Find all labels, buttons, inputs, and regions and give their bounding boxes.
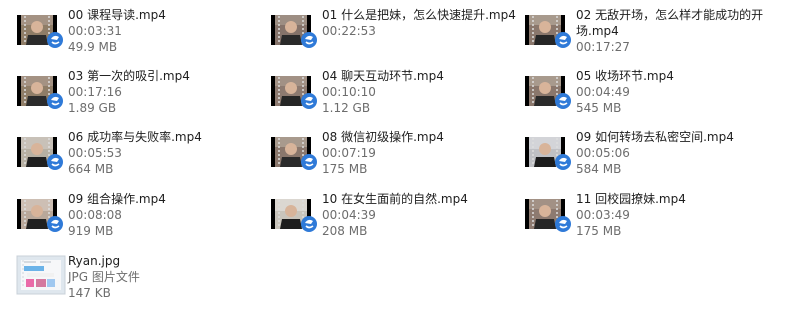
file-item[interactable]: 10 在女生面前的自然.mp4 00:04:39 208 MB bbox=[270, 191, 520, 249]
video-file-thumbnail-icon bbox=[270, 68, 320, 110]
file-duration: 00:10:10 bbox=[322, 85, 376, 99]
file-size: 545 MB bbox=[576, 101, 622, 115]
file-name: 04 聊天互动环节.mp4 bbox=[322, 69, 444, 83]
file-grid: 00 课程导读.mp4 00:03:31 49.9 MB 01 什么是把妹，怎么… bbox=[0, 0, 786, 313]
file-size: 584 MB bbox=[576, 162, 622, 176]
file-name: 01 什么是把妹，怎么快速提升.mp4 bbox=[322, 8, 516, 22]
video-file-thumbnail-icon bbox=[16, 129, 66, 171]
file-item[interactable]: Ryan.jpg JPG 图片文件 147 KB bbox=[16, 253, 266, 311]
file-item[interactable]: 01 什么是把妹，怎么快速提升.mp4 00:22:53 bbox=[270, 7, 520, 65]
file-item[interactable]: 09 组合操作.mp4 00:08:08 919 MB bbox=[16, 191, 266, 249]
file-duration: 00:05:06 bbox=[576, 146, 630, 160]
file-text: 04 聊天互动环节.mp4 00:10:10 1.12 GB bbox=[322, 68, 522, 116]
file-name: 09 如何转场去私密空间.mp4 bbox=[576, 130, 734, 144]
image-file-thumbnail-icon bbox=[16, 253, 66, 295]
file-item[interactable]: 04 聊天互动环节.mp4 00:10:10 1.12 GB bbox=[270, 68, 520, 126]
video-file-thumbnail-icon bbox=[16, 7, 66, 49]
file-duration: 00:04:49 bbox=[576, 85, 630, 99]
file-text: 11 回校园撩妹.mp4 00:03:49 175 MB bbox=[576, 191, 776, 239]
file-size: 1.89 GB bbox=[68, 101, 117, 115]
file-duration: 00:17:27 bbox=[576, 40, 630, 54]
file-text: Ryan.jpg JPG 图片文件 147 KB bbox=[68, 253, 268, 301]
file-item[interactable]: 06 成功率与失败率.mp4 00:05:53 664 MB bbox=[16, 129, 266, 187]
file-item[interactable]: 11 回校园撩妹.mp4 00:03:49 175 MB bbox=[524, 191, 774, 249]
video-file-thumbnail-icon bbox=[524, 191, 574, 233]
video-file-thumbnail-icon bbox=[524, 68, 574, 110]
file-size: 147 KB bbox=[68, 286, 111, 300]
file-duration: 00:08:08 bbox=[68, 208, 122, 222]
file-text: 05 收场环节.mp4 00:04:49 545 MB bbox=[576, 68, 776, 116]
file-type: JPG 图片文件 bbox=[68, 270, 140, 284]
file-item[interactable]: 00 课程导读.mp4 00:03:31 49.9 MB bbox=[16, 7, 266, 65]
video-file-thumbnail-icon bbox=[524, 129, 574, 171]
file-item[interactable]: 02 无敌开场，怎么样才能成功的开场.mp4 00:17:27 bbox=[524, 7, 774, 65]
file-duration: 00:05:53 bbox=[68, 146, 122, 160]
file-text: 02 无敌开场，怎么样才能成功的开场.mp4 00:17:27 bbox=[576, 7, 776, 55]
file-name: 06 成功率与失败率.mp4 bbox=[68, 130, 202, 144]
file-duration: 00:17:16 bbox=[68, 85, 122, 99]
file-size: 49.9 MB bbox=[68, 40, 118, 54]
file-name: 02 无敌开场，怎么样才能成功的开场.mp4 bbox=[576, 8, 764, 38]
file-size: 1.12 GB bbox=[322, 101, 371, 115]
file-size: 175 MB bbox=[322, 162, 368, 176]
file-name: 09 组合操作.mp4 bbox=[68, 192, 166, 206]
video-file-thumbnail-icon bbox=[270, 191, 320, 233]
file-duration: 00:22:53 bbox=[322, 24, 376, 38]
file-item[interactable]: 05 收场环节.mp4 00:04:49 545 MB bbox=[524, 68, 774, 126]
video-file-thumbnail-icon bbox=[524, 7, 574, 49]
video-file-thumbnail-icon bbox=[270, 7, 320, 49]
file-duration: 00:07:19 bbox=[322, 146, 376, 160]
file-name: 08 微信初级操作.mp4 bbox=[322, 130, 444, 144]
file-text: 01 什么是把妹，怎么快速提升.mp4 00:22:53 bbox=[322, 7, 522, 39]
file-text: 06 成功率与失败率.mp4 00:05:53 664 MB bbox=[68, 129, 268, 177]
file-name: 05 收场环节.mp4 bbox=[576, 69, 674, 83]
file-name: Ryan.jpg bbox=[68, 254, 121, 268]
file-text: 03 第一次的吸引.mp4 00:17:16 1.89 GB bbox=[68, 68, 268, 116]
file-text: 08 微信初级操作.mp4 00:07:19 175 MB bbox=[322, 129, 522, 177]
file-size: 664 MB bbox=[68, 162, 114, 176]
file-item[interactable]: 09 如何转场去私密空间.mp4 00:05:06 584 MB bbox=[524, 129, 774, 187]
file-name: 00 课程导读.mp4 bbox=[68, 8, 166, 22]
file-item[interactable]: 03 第一次的吸引.mp4 00:17:16 1.89 GB bbox=[16, 68, 266, 126]
video-file-thumbnail-icon bbox=[16, 68, 66, 110]
file-size: 208 MB bbox=[322, 224, 368, 238]
file-name: 10 在女生面前的自然.mp4 bbox=[322, 192, 468, 206]
file-name: 11 回校园撩妹.mp4 bbox=[576, 192, 686, 206]
file-size: 919 MB bbox=[68, 224, 114, 238]
file-text: 10 在女生面前的自然.mp4 00:04:39 208 MB bbox=[322, 191, 522, 239]
file-duration: 00:04:39 bbox=[322, 208, 376, 222]
file-text: 09 组合操作.mp4 00:08:08 919 MB bbox=[68, 191, 268, 239]
file-text: 00 课程导读.mp4 00:03:31 49.9 MB bbox=[68, 7, 268, 55]
file-size: 175 MB bbox=[576, 224, 622, 238]
file-name: 03 第一次的吸引.mp4 bbox=[68, 69, 190, 83]
file-item[interactable]: 08 微信初级操作.mp4 00:07:19 175 MB bbox=[270, 129, 520, 187]
video-file-thumbnail-icon bbox=[16, 191, 66, 233]
file-duration: 00:03:31 bbox=[68, 24, 122, 38]
file-text: 09 如何转场去私密空间.mp4 00:05:06 584 MB bbox=[576, 129, 776, 177]
file-duration: 00:03:49 bbox=[576, 208, 630, 222]
video-file-thumbnail-icon bbox=[270, 129, 320, 171]
